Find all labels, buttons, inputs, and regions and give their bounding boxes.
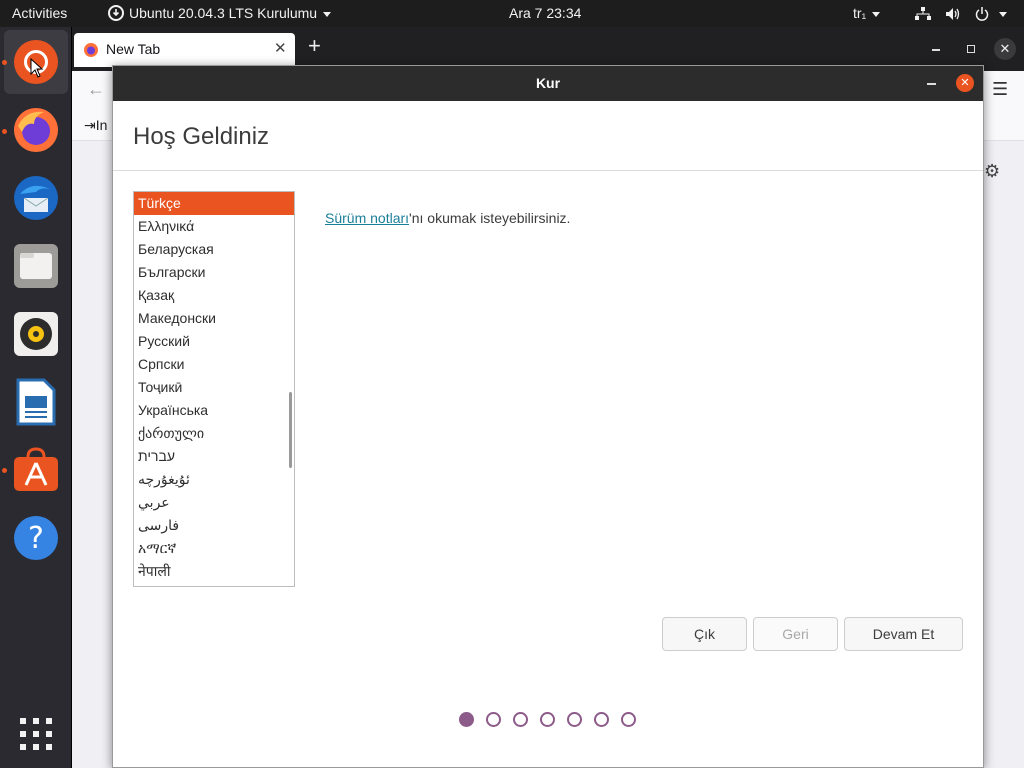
import-bookmarks-item[interactable]: ⇥In bbox=[84, 117, 107, 134]
volume-icon bbox=[945, 8, 960, 21]
grid-icon bbox=[20, 718, 52, 750]
progress-dot bbox=[486, 712, 501, 727]
language-item[interactable]: Қазақ bbox=[134, 284, 294, 307]
page-title: Hoş Geldiniz bbox=[133, 123, 270, 150]
language-item[interactable]: Українська bbox=[134, 399, 294, 422]
quit-button[interactable]: Çık bbox=[662, 617, 747, 651]
progress-dot bbox=[594, 712, 609, 727]
language-item[interactable]: عربي bbox=[134, 491, 294, 514]
language-item[interactable]: Српски bbox=[134, 353, 294, 376]
network-icon bbox=[915, 7, 931, 21]
maximize-icon[interactable] bbox=[967, 45, 975, 53]
dock-thunderbird[interactable] bbox=[4, 166, 68, 230]
menu-icon[interactable]: ☰ bbox=[992, 79, 1008, 100]
show-applications-button[interactable] bbox=[19, 717, 53, 751]
language-item[interactable]: Беларуская bbox=[134, 238, 294, 261]
system-menu[interactable] bbox=[915, 0, 1007, 27]
divider bbox=[113, 170, 983, 171]
installer-titlebar: Kur ✕ bbox=[113, 66, 983, 101]
progress-dot bbox=[459, 712, 474, 727]
progress-dot bbox=[540, 712, 555, 727]
installer-icon bbox=[108, 5, 124, 22]
progress-dot bbox=[567, 712, 582, 727]
running-indicator bbox=[2, 468, 7, 473]
release-notes-suffix: 'nı okumak isteyebilirsiniz. bbox=[409, 210, 571, 226]
language-item[interactable]: ქართული bbox=[134, 422, 294, 445]
minimize-icon[interactable] bbox=[932, 49, 940, 51]
language-list[interactable]: Türkçe Ελληνικά Беларуская Български Қазақ Ма… bbox=[133, 191, 295, 587]
tab-new-tab[interactable]: New Tab ✕ bbox=[74, 33, 295, 67]
dock-libreoffice-writer[interactable] bbox=[4, 370, 68, 434]
progress-dot bbox=[621, 712, 636, 727]
chevron-down-icon bbox=[323, 11, 332, 17]
activities-button[interactable]: Activities bbox=[12, 0, 67, 27]
dock-rhythmbox[interactable] bbox=[4, 302, 68, 366]
firefox-icon bbox=[84, 43, 98, 57]
firefox-icon bbox=[14, 108, 58, 152]
close-tab-icon[interactable]: ✕ bbox=[274, 39, 287, 57]
help-icon: ? bbox=[14, 516, 58, 560]
rhythmbox-icon bbox=[14, 312, 58, 356]
new-tab-button[interactable]: + bbox=[308, 35, 321, 57]
language-item[interactable]: Тоҷикӣ bbox=[134, 376, 294, 399]
import-bookmarks-label: In bbox=[95, 117, 108, 133]
back-arrow-icon[interactable]: ← bbox=[87, 79, 105, 100]
writer-icon bbox=[16, 378, 56, 426]
minimize-icon[interactable] bbox=[927, 83, 936, 85]
close-window-icon[interactable]: ✕ bbox=[956, 74, 974, 92]
language-item[interactable]: فارسی bbox=[134, 514, 294, 537]
thunderbird-icon bbox=[14, 176, 58, 220]
dock-ubuntu-installer[interactable] bbox=[4, 30, 68, 94]
language-item[interactable]: עברית bbox=[134, 445, 294, 468]
software-icon bbox=[14, 447, 58, 491]
scrollbar[interactable] bbox=[289, 392, 292, 468]
language-item[interactable]: Македонски bbox=[134, 307, 294, 330]
release-notes-text: Sürüm notları'nı okumak isteyebilirsiniz… bbox=[325, 210, 570, 226]
dock-ubuntu-software[interactable] bbox=[4, 438, 68, 502]
svg-text:?: ? bbox=[28, 521, 44, 556]
input-source-label: tr₁ bbox=[853, 5, 867, 21]
dock-files[interactable] bbox=[4, 234, 68, 298]
language-item[interactable]: Български bbox=[134, 261, 294, 284]
clock[interactable]: Ara 7 23:34 bbox=[509, 0, 581, 27]
back-button[interactable]: Geri bbox=[753, 617, 838, 651]
language-item[interactable]: ئۇيغۇرچە bbox=[134, 468, 294, 491]
release-notes-link[interactable]: Sürüm notları bbox=[325, 210, 409, 226]
language-item[interactable]: Ελληνικά bbox=[134, 215, 294, 238]
chevron-down-icon bbox=[872, 11, 881, 17]
progress-dot bbox=[513, 712, 528, 727]
gear-icon[interactable]: ⚙ bbox=[984, 161, 1000, 182]
window-title: Kur bbox=[535, 75, 561, 91]
close-window-icon[interactable]: ✕ bbox=[994, 38, 1016, 60]
input-source-indicator[interactable]: tr₁ bbox=[853, 0, 881, 27]
dock: ? bbox=[0, 27, 72, 768]
installer-window: Kur ✕ Hoş Geldiniz Türkçe Ελληνικά Беларус… bbox=[112, 65, 984, 768]
running-indicator bbox=[2, 129, 7, 134]
running-indicator bbox=[2, 60, 7, 65]
chevron-down-icon bbox=[998, 11, 1007, 17]
continue-button[interactable]: Devam Et bbox=[844, 617, 963, 651]
files-icon bbox=[14, 244, 58, 288]
app-menu[interactable]: Ubuntu 20.04.3 LTS Kurulumu bbox=[108, 0, 332, 27]
language-item[interactable]: አማርኛ bbox=[134, 537, 294, 560]
dock-firefox[interactable] bbox=[4, 98, 68, 162]
mouse-pointer-icon bbox=[30, 58, 44, 78]
power-icon bbox=[975, 7, 989, 22]
app-menu-label: Ubuntu 20.04.3 LTS Kurulumu bbox=[129, 5, 318, 21]
language-item[interactable]: Türkçe bbox=[134, 192, 294, 215]
language-item[interactable]: Русский bbox=[134, 330, 294, 353]
language-item[interactable]: नेपाली bbox=[134, 560, 294, 583]
dock-help[interactable]: ? bbox=[4, 506, 68, 570]
tab-title: New Tab bbox=[106, 41, 161, 57]
top-bar: Activities Ubuntu 20.04.3 LTS Kurulumu A… bbox=[0, 0, 1024, 27]
